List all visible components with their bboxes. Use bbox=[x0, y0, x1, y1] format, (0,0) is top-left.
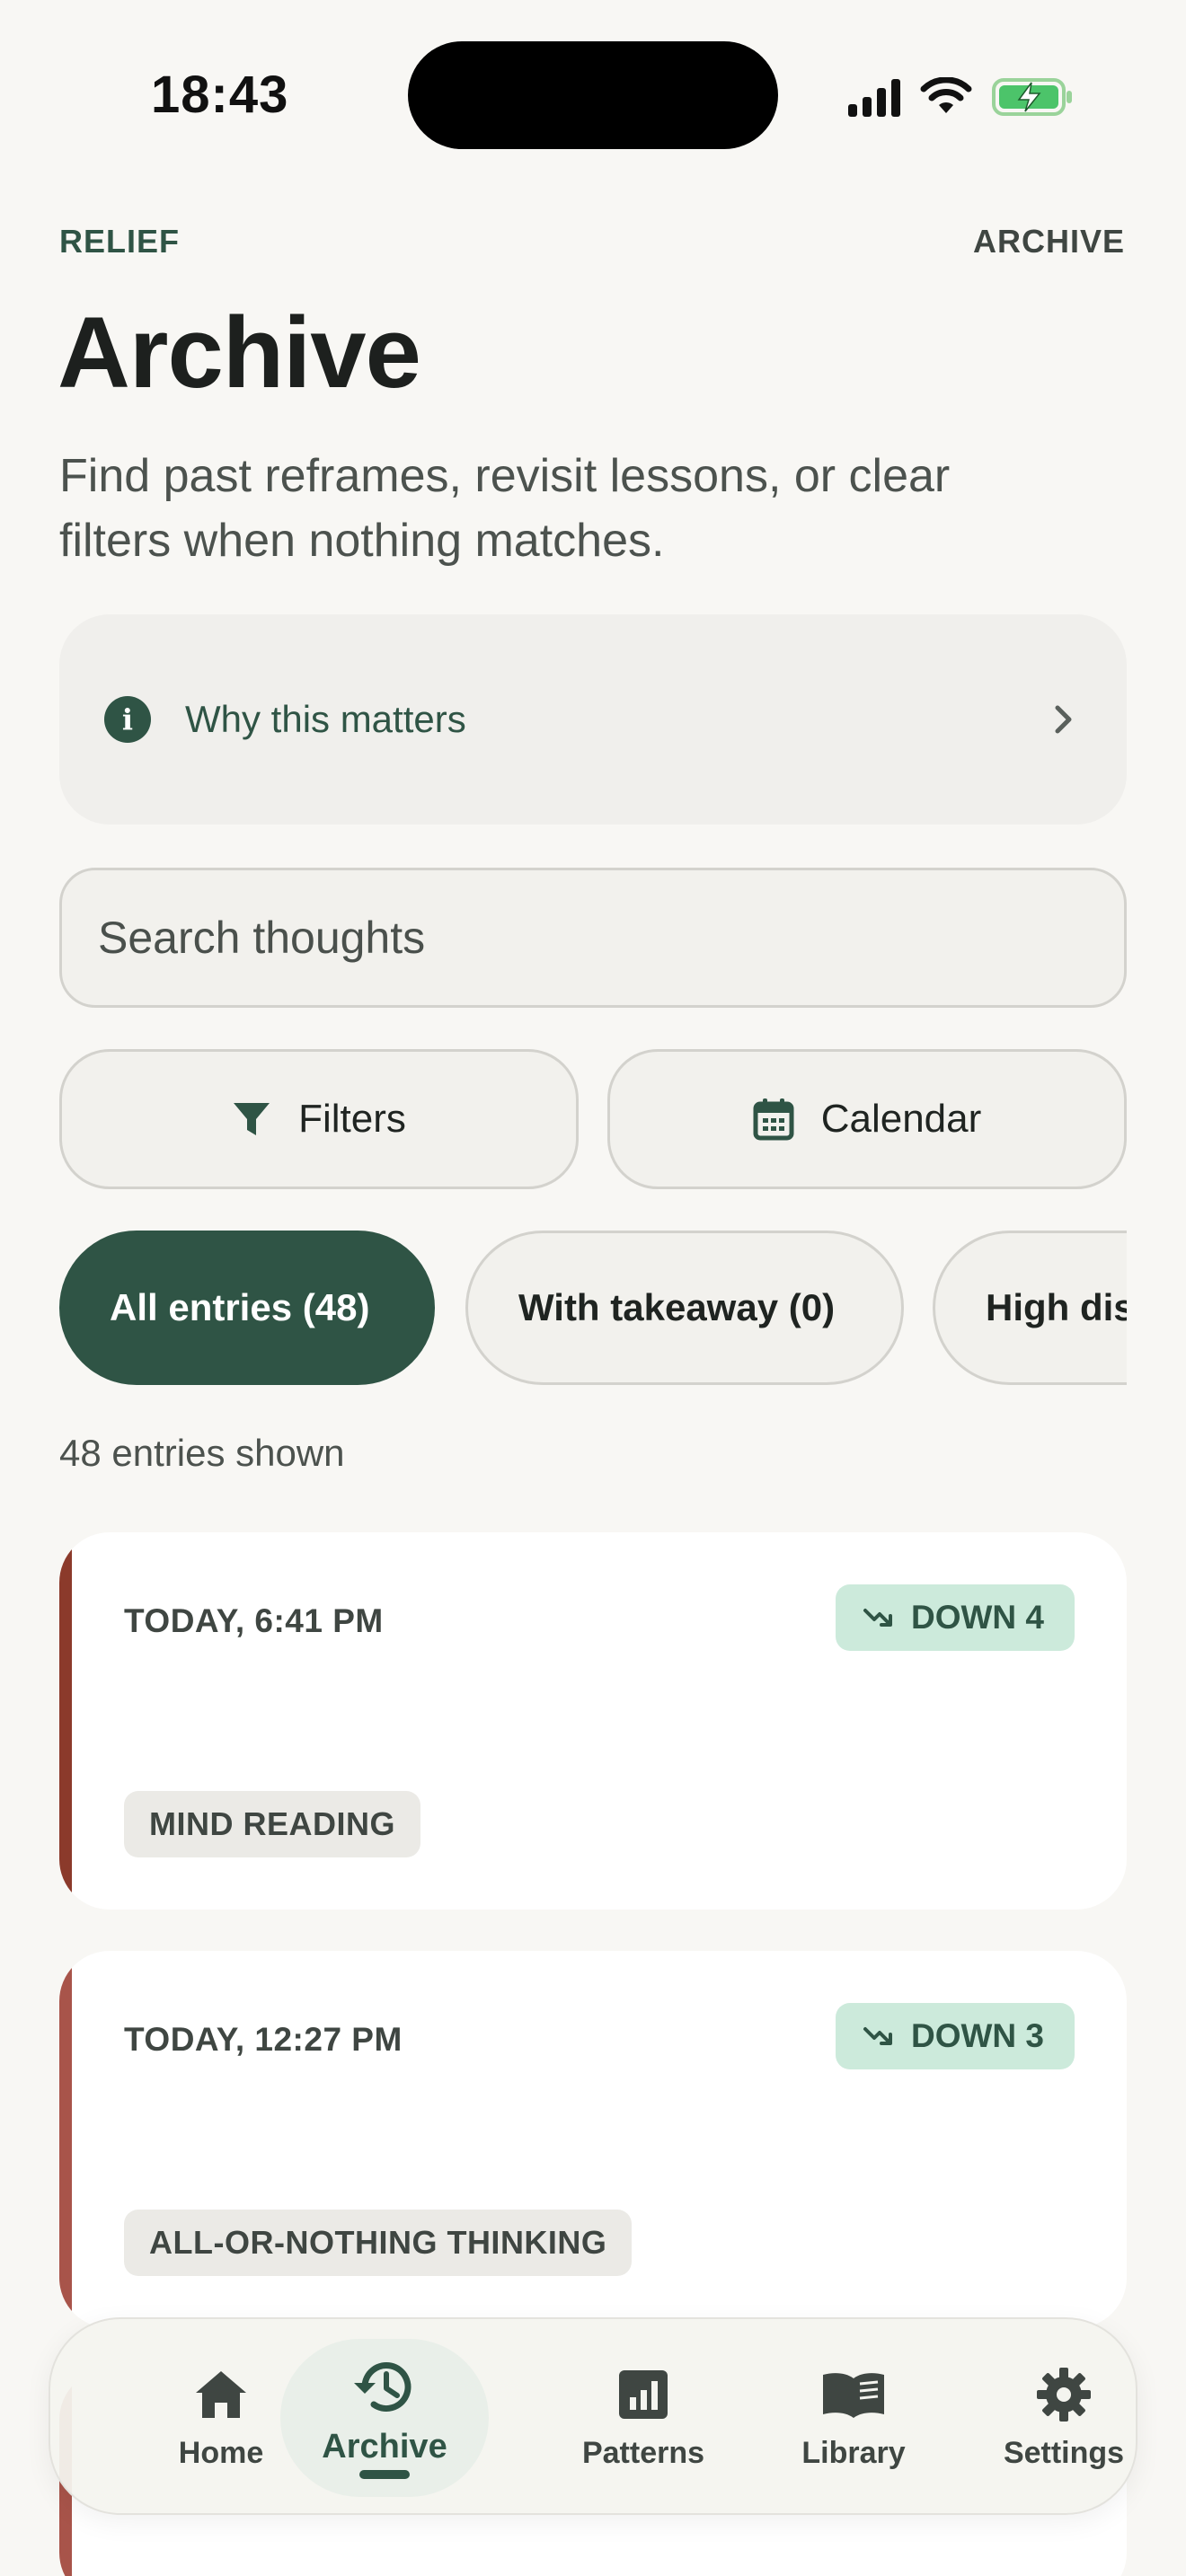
tab-settings[interactable]: Settings bbox=[947, 2319, 1181, 2517]
entry-date: TODAY, 12:27 PM bbox=[124, 2021, 403, 2058]
distortion-tag: MIND READING bbox=[124, 1791, 420, 1857]
trend-badge: DOWN 3 bbox=[836, 2003, 1075, 2069]
battery-charging-icon bbox=[992, 78, 1072, 116]
cellular-signal-icon bbox=[848, 77, 900, 117]
gear-icon bbox=[1036, 2366, 1092, 2423]
status-icons bbox=[848, 70, 1075, 124]
section-label: ARCHIVE bbox=[972, 223, 1125, 260]
calendar-button[interactable]: Calendar bbox=[607, 1049, 1127, 1189]
entry-card[interactable]: TODAY, 12:27 PM DOWN 3 ALL-OR-NOTHING TH… bbox=[59, 1951, 1127, 2328]
chip-all-entries[interactable]: All entries (48) bbox=[59, 1231, 435, 1385]
entry-accent-bar bbox=[59, 1951, 72, 2328]
page-subtitle: Find past reframes, revisit lessons, or … bbox=[59, 450, 951, 567]
trend-badge: DOWN 4 bbox=[836, 1584, 1075, 1651]
dynamic-island bbox=[408, 41, 778, 149]
filter-icon bbox=[234, 1103, 270, 1135]
active-tab-indicator bbox=[359, 2469, 410, 2479]
why-this-matters-card[interactable]: i Why this matters bbox=[59, 614, 1127, 825]
distortion-tag: ALL-OR-NOTHING THINKING bbox=[124, 2210, 633, 2276]
info-icon: i bbox=[104, 696, 151, 743]
search-input[interactable] bbox=[59, 868, 1127, 1008]
bottom-tab-bar: Home Archive Patterns Library Settings bbox=[49, 2317, 1137, 2515]
tab-archive-label: Archive bbox=[322, 2427, 447, 2466]
calendar-label: Calendar bbox=[820, 1097, 982, 1141]
status-time: 18:43 bbox=[151, 66, 289, 124]
entry-card[interactable]: TODAY, 6:41 PM DOWN 4 MIND READING bbox=[59, 1532, 1127, 1910]
trend-label: DOWN 4 bbox=[911, 1599, 1044, 1636]
book-icon bbox=[820, 2366, 887, 2423]
tab-patterns[interactable]: Patterns bbox=[527, 2319, 760, 2517]
filter-chips: All entries (48) With takeaway (0) High … bbox=[59, 1231, 1127, 1385]
entry-accent-bar bbox=[59, 1532, 72, 1910]
tab-library-label: Library bbox=[801, 2435, 906, 2470]
chevron-right-icon bbox=[1046, 701, 1082, 737]
filters-button[interactable]: Filters bbox=[59, 1049, 579, 1189]
trending-down-icon bbox=[863, 2027, 892, 2045]
wifi-icon bbox=[920, 77, 972, 113]
tab-library[interactable]: Library bbox=[737, 2319, 970, 2517]
why-this-matters-label: Why this matters bbox=[185, 698, 466, 740]
bar-chart-icon bbox=[617, 2366, 669, 2423]
status-bar: 18:43 bbox=[0, 0, 1186, 180]
tab-archive[interactable]: Archive bbox=[280, 2319, 489, 2517]
tab-patterns-label: Patterns bbox=[581, 2435, 705, 2470]
chip-high-distress[interactable]: High distress bbox=[933, 1231, 1127, 1385]
page-title: Archive bbox=[58, 296, 421, 409]
home-icon bbox=[193, 2366, 249, 2423]
tab-home-label: Home bbox=[178, 2435, 264, 2470]
tab-settings-label: Settings bbox=[1003, 2435, 1125, 2470]
history-icon bbox=[350, 2358, 419, 2415]
app-brand: RELIEF bbox=[59, 223, 181, 260]
trend-label: DOWN 3 bbox=[911, 2017, 1044, 2054]
entry-date: TODAY, 6:41 PM bbox=[124, 1602, 384, 1639]
trending-down-icon bbox=[863, 1609, 892, 1627]
chip-with-takeaway[interactable]: With takeaway (0) bbox=[465, 1231, 904, 1385]
entries-count: 48 entries shown bbox=[59, 1432, 345, 1474]
calendar-icon bbox=[753, 1098, 794, 1141]
filters-label: Filters bbox=[298, 1097, 406, 1141]
